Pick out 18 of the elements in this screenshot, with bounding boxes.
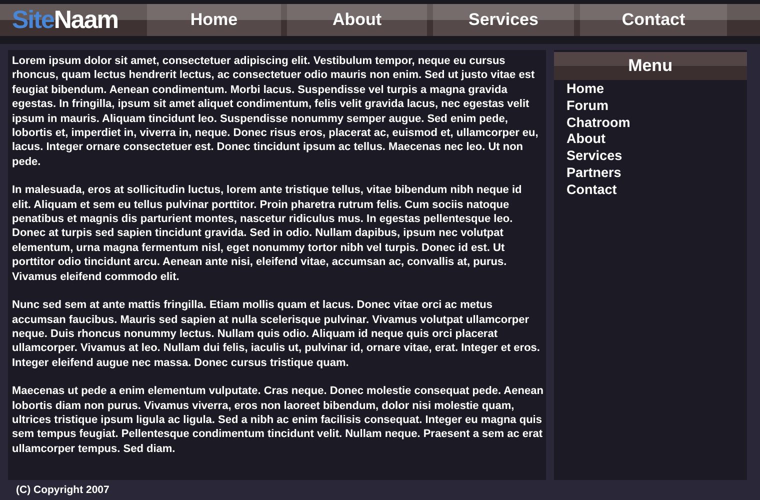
sidebar-link[interactable]: Home (566, 81, 604, 98)
sidebar-link[interactable]: Contact (566, 182, 617, 199)
nav-link[interactable]: Contact (580, 4, 727, 36)
body-paragraph: Maecenas ut pede a enim elementum vulputate. Cras neque. Donec molestie consequat pede. Aenean lobortis diam non purus. Vivamus viverra, eros non laoreet bibendum, dolor nisi molestie quam, ultrices tristique ipsum ligula ac ligula. Sed a nibh ac enim facilisis consequat. Integer eu magna quis sem tempus feugiat. Pellentesque condimentum tincidunt velit. Nullam neque. Praesent a sem ac erat ullamcorper tempus. Sed diam. (12, 384, 544, 456)
sidebar-link[interactable]: About (566, 131, 606, 148)
nav-link[interactable]: About (287, 4, 427, 36)
sidebar-link[interactable]: Forum (566, 98, 609, 115)
body-paragraph: Lorem ipsum dolor sit amet, consectetuer adipiscing elit. Vestibulum tempor, neque eu cursus rhoncus, quam lectus hendrerit lectus, ac consectetuer odio mauris non enim. Sed ut justo vitae est feugiat bibendum. Aenean condimentum. Morbi lacus. Suspendisse vel turpis a magna gravida egestas. In fringilla, ipsum sit amet aliquet condimentum, felis velit gravida lacus, nec egestas velit ipsum in mauris. Aliquam tincidunt leo. Suspendisse nonummy semper augue. Sed enim pede, lobortis et, imperdiet in, viverra in, neque. Donec risus eros, placerat ac, euismod et, ullamcorper eu, lacus. Integer ornare consectetuer est. Donec tincidunt ipsum ac tellus. Maecenas nec leo. Ut non pede. (12, 54, 540, 170)
body-paragraph: Nunc sed sem at ante mattis fringilla. Etiam mollis quam et lacus. Donec vitae orci ac metus accumsan faucibus. Mauris sed sapien at nulla scelerisque pulvinar. Vivamus volutpat ullamcorper neque. Duis rhoncus nonummy lectus. Nullam quis odio. Aliquam id neque quis orci placerat ullamcorper. Vivamus at leo. Nullam dui felis, iaculis ut, pulvinar id, ornare vitae, erat. Integer et eros. Integer eleifend augue nec massa. Donec cursus tristique quam. (12, 298, 541, 370)
body-paragraph: In malesuada, eros at sollicitudin luctus, lorem ante tristique tellus, vitae bibendum nibh neque id elit. Aliquam et sem eu tellus pulvinar porttitor. Proin pharetra rutrum felis. Cum sociis natoque penatibus et magnis dis parturient montes, nascetur ridiculus mus. In egestas pellentesque leo. Donec at turpis sed sapien tincidunt gravida. Sed in odio. Nullam dapibus, ipsum nec volutpat elementum, urna magna fermentum nisl, eget nonummy tortor nibh vel turpis. Donec id est. Ut porttitor odio tincidunt arcu. Aenean ante nisi, eleifend vitae, accumsan ac, convallis at, purus. Vivamus eleifend commodo elit. (12, 183, 523, 284)
sidebar-link[interactable]: Partners (566, 164, 622, 182)
copyright-text: (C) Copyright 2007 (15, 483, 110, 497)
nav-link[interactable]: Home (147, 4, 281, 36)
sidebar-link[interactable]: Chatroom (566, 114, 630, 132)
sidebar-link[interactable]: Services (566, 148, 622, 165)
nav-link[interactable]: Services (433, 4, 574, 36)
sidebar-title: Menu (554, 52, 747, 80)
site-logo[interactable]: SiteNaam (8, 4, 140, 36)
